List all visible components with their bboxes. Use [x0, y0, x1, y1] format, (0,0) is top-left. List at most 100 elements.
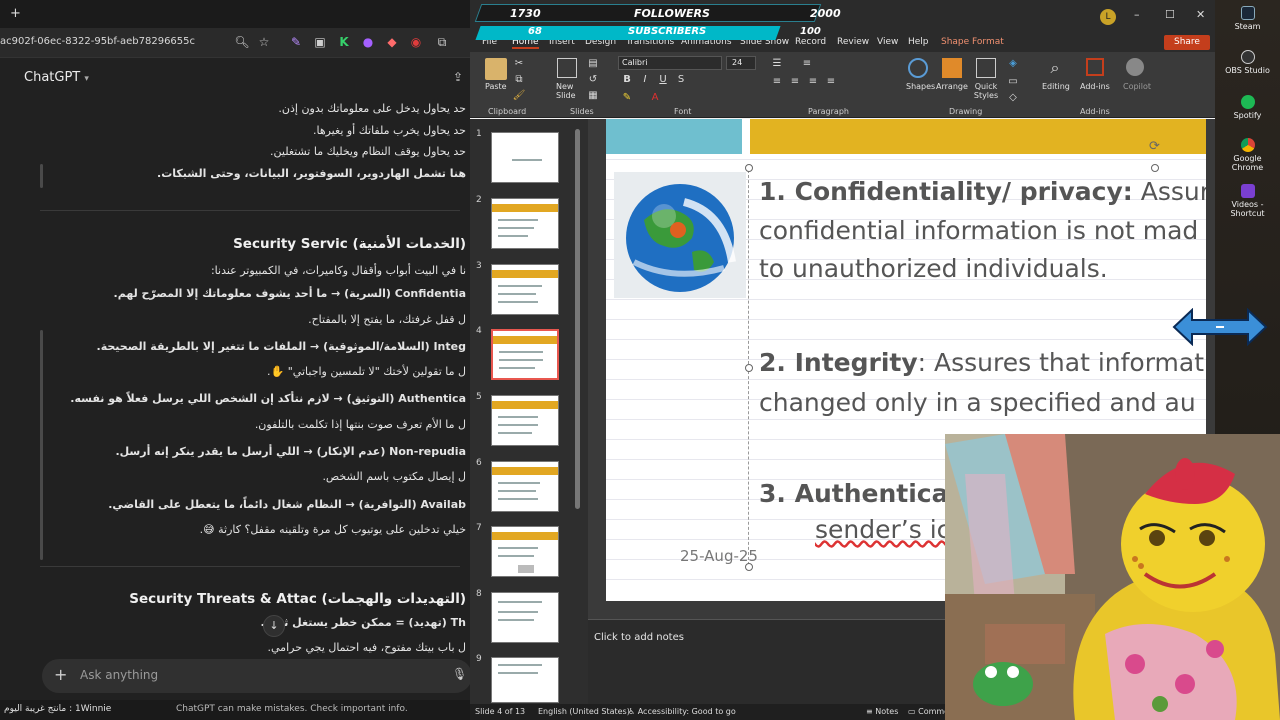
- desktop-icon-label[interactable]: Steam: [1235, 22, 1261, 31]
- url-text[interactable]: ac902f-06ec-8322-95bf-aeb78296655c: [0, 36, 195, 47]
- font-color-icon[interactable]: A: [648, 92, 662, 103]
- arrow-down-icon[interactable]: ↓: [269, 619, 278, 632]
- tab-help[interactable]: Help: [908, 37, 929, 47]
- desktop-icon-label[interactable]: Spotify: [1234, 111, 1262, 120]
- resize-handle[interactable]: [1151, 164, 1159, 172]
- minimize-icon[interactable]: –: [1134, 8, 1140, 21]
- bullets-icon[interactable]: ☰: [770, 58, 784, 69]
- extension-rec-icon[interactable]: ◉: [408, 34, 424, 50]
- font-name[interactable]: Calibri: [622, 58, 648, 67]
- accessibility-status[interactable]: ♿︎ Accessibility: Good to go: [628, 707, 736, 716]
- shapes-icon[interactable]: [908, 58, 928, 78]
- slide-thumbnail-4[interactable]: [491, 329, 559, 380]
- shape-fill-icon[interactable]: ◈: [1006, 58, 1020, 69]
- justify-icon[interactable]: ≡: [824, 76, 838, 87]
- browser-address-bar[interactable]: ac902f-06ec-8322-95bf-aeb78296655c 🔍︎ ☆ …: [0, 28, 470, 58]
- slide-thumbnail-3[interactable]: [491, 264, 559, 315]
- highlight-icon[interactable]: ✎: [620, 92, 634, 103]
- paste-label[interactable]: Paste: [485, 82, 507, 91]
- addins-label[interactable]: Add-ins: [1080, 82, 1110, 91]
- quick-styles-label[interactable]: Quick Styles: [970, 82, 1002, 100]
- maximize-icon[interactable]: ☐: [1165, 8, 1175, 21]
- desktop-icon-label[interactable]: OBS Studio: [1225, 66, 1270, 75]
- share-icon[interactable]: ⇪: [453, 70, 463, 84]
- extension-icon[interactable]: ▣: [312, 34, 328, 50]
- numbering-icon[interactable]: ≡: [800, 58, 814, 69]
- slide-thumbnail-9[interactable]: [491, 657, 559, 703]
- reset-icon[interactable]: ↺: [586, 74, 600, 85]
- desktop-icon-spotify[interactable]: Spotify: [1220, 95, 1275, 120]
- format-painter-icon[interactable]: 🖌︎: [512, 90, 526, 101]
- desktop-icon-label[interactable]: Videos - Shortcut: [1230, 200, 1264, 218]
- copilot-label[interactable]: Copilot: [1123, 82, 1151, 91]
- slide-thumbnail-2[interactable]: [491, 198, 559, 249]
- underline-icon[interactable]: U: [656, 74, 670, 85]
- italic-icon[interactable]: I: [638, 74, 652, 85]
- shapes-label[interactable]: Shapes: [906, 82, 935, 91]
- slide-thumbnail-5[interactable]: [491, 395, 559, 446]
- font-name-box[interactable]: Calibri: [618, 56, 722, 70]
- shape-effects-icon[interactable]: ◇: [1006, 92, 1020, 103]
- paste-icon[interactable]: [485, 58, 507, 80]
- scroll-down-button[interactable]: ↓: [263, 615, 285, 637]
- new-slide-label[interactable]: New Slide: [556, 82, 586, 100]
- share-button[interactable]: Share: [1164, 35, 1210, 50]
- desktop-icon-steam[interactable]: Steam: [1220, 6, 1275, 31]
- extension-red-icon[interactable]: ◆: [384, 34, 400, 50]
- chat-input[interactable]: + Ask anything 🎙︎: [42, 659, 470, 693]
- quick-styles-icon[interactable]: [976, 58, 996, 78]
- extension-pen-icon[interactable]: ✎: [288, 34, 304, 50]
- bookmark-star-icon[interactable]: ☆: [256, 34, 272, 50]
- addins-icon[interactable]: [1086, 58, 1104, 76]
- copy-icon[interactable]: ⧉: [512, 74, 526, 85]
- align-center-icon[interactable]: ≡: [788, 76, 802, 87]
- align-right-icon[interactable]: ≡: [806, 76, 820, 87]
- thumbnail-scrollbar[interactable]: [575, 129, 580, 509]
- notes-placeholder[interactable]: Click to add notes: [594, 632, 684, 643]
- rotate-handle-icon[interactable]: ⟳: [1149, 139, 1160, 154]
- resize-handle[interactable]: [745, 164, 753, 172]
- notes-button[interactable]: ≡ Notes: [866, 707, 898, 716]
- user-avatar[interactable]: L: [1100, 9, 1116, 25]
- section-icon[interactable]: ▦: [586, 90, 600, 101]
- chat-input-placeholder[interactable]: Ask anything: [80, 668, 158, 682]
- search-icon[interactable]: ⌕: [1048, 58, 1062, 78]
- slide-thumbnail-6[interactable]: [491, 461, 559, 512]
- desktop-icon-obs[interactable]: OBS Studio: [1220, 50, 1275, 75]
- cut-icon[interactable]: ✂: [512, 58, 526, 69]
- tab-review[interactable]: Review: [837, 37, 869, 47]
- chevron-down-icon[interactable]: ▾: [84, 74, 89, 84]
- share-label[interactable]: Share: [1174, 37, 1200, 47]
- copilot-icon[interactable]: [1126, 58, 1144, 76]
- align-left-icon[interactable]: ≡: [770, 76, 784, 87]
- slide-thumbnail-1[interactable]: [491, 132, 559, 183]
- arrange-label[interactable]: Arrange: [936, 82, 968, 91]
- new-tab-icon[interactable]: +: [10, 6, 21, 21]
- font-size-box[interactable]: 24: [726, 56, 756, 70]
- desktop-icon-videos[interactable]: Videos - Shortcut: [1220, 184, 1275, 218]
- extensions-puzzle-icon[interactable]: ⧉: [434, 34, 450, 50]
- slide-thumbnail-8[interactable]: [491, 592, 559, 643]
- plus-icon[interactable]: +: [54, 665, 67, 684]
- extension-purple-icon[interactable]: ●: [360, 34, 376, 50]
- arrange-icon[interactable]: [942, 58, 962, 78]
- editing-label[interactable]: Editing: [1042, 82, 1070, 91]
- language-status[interactable]: English (United States): [538, 707, 630, 716]
- model-selector[interactable]: ChatGPT ▾: [24, 70, 89, 85]
- close-icon[interactable]: ✕: [1196, 8, 1205, 21]
- shadow-icon[interactable]: S: [674, 74, 688, 85]
- desktop-icon-label[interactable]: Google Chrome: [1232, 154, 1263, 172]
- slide-thumbnail-7[interactable]: [491, 526, 559, 577]
- tab-view[interactable]: View: [877, 37, 898, 47]
- resize-handle[interactable]: [745, 364, 753, 372]
- font-size[interactable]: 24: [732, 58, 742, 67]
- desktop-icon-chrome[interactable]: Google Chrome: [1220, 138, 1275, 172]
- microphone-icon[interactable]: 🎙︎: [452, 667, 467, 681]
- bold-icon[interactable]: B: [620, 74, 634, 85]
- accessibility-label[interactable]: Accessibility: Good to go: [638, 707, 736, 716]
- extension-k-icon[interactable]: K: [336, 34, 352, 50]
- layout-icon[interactable]: ▤: [586, 58, 600, 69]
- comments-button[interactable]: ▭ Comme: [908, 707, 949, 716]
- model-name[interactable]: ChatGPT: [24, 70, 80, 85]
- shape-outline-icon[interactable]: ▭: [1006, 76, 1020, 87]
